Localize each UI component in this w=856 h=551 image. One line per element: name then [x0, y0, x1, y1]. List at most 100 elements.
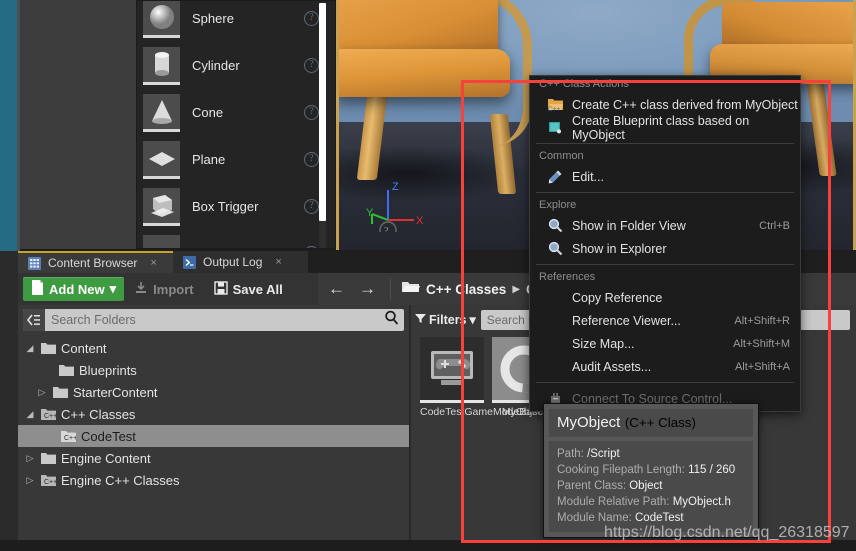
tree-item-cpp-classes[interactable]: ◢ C++ C++ Classes	[18, 403, 409, 425]
question-mark-icon[interactable]: ?	[304, 152, 319, 167]
output-log-icon	[183, 255, 196, 269]
search-folders-input[interactable]: Search Folders	[23, 309, 404, 331]
content-browser-icon	[28, 256, 41, 270]
menu-item-audit-assets[interactable]: Audit Assets... Alt+Shift+A	[530, 355, 800, 378]
folder-icon	[41, 342, 56, 354]
close-icon[interactable]: ×	[150, 257, 156, 269]
tree-item-label: Content	[61, 340, 107, 356]
tree-item-codetest[interactable]: C++ CodeTest	[18, 425, 409, 447]
tree-item-engine-cpp-classes[interactable]: ▷ C++ Engine C++ Classes	[18, 469, 409, 491]
place-actor-label: Box Trigger	[192, 199, 259, 214]
menu-item-edit[interactable]: Edit...	[530, 165, 800, 188]
menu-divider	[536, 264, 794, 265]
menu-divider	[536, 192, 794, 193]
place-actor-label: Cone	[192, 105, 224, 120]
menu-item-label: Create Blueprint class based on MyObject	[572, 113, 750, 142]
menu-item-size-map[interactable]: Size Map... Alt+Shift+M	[530, 332, 800, 355]
question-mark-icon[interactable]: ?	[304, 199, 319, 214]
place-actor-item[interactable]: Cylinder ?	[137, 42, 335, 89]
new-asset-icon	[31, 280, 44, 298]
tree-item-content[interactable]: ◢ Content	[18, 337, 409, 359]
place-actor-item[interactable]: ?	[137, 230, 335, 248]
tree-item-startercontent[interactable]: ▷ StarterContent	[18, 381, 409, 403]
tooltip-row-value: MyObject.h	[672, 496, 731, 508]
menu-item-label: Copy Reference	[572, 290, 663, 305]
cpp-folder-icon: C++	[41, 474, 57, 486]
twisty-icon[interactable]: ▷	[36, 387, 48, 398]
collapse-tree-icon[interactable]	[23, 309, 45, 331]
question-mark-icon[interactable]: ?	[304, 11, 319, 26]
place-actor-item[interactable]: Sphere ?	[137, 1, 335, 42]
menu-item-label: Reference Viewer...	[572, 313, 681, 328]
question-mark-icon[interactable]: ?	[304, 105, 319, 120]
nav-back-button[interactable]: ←	[324, 279, 349, 299]
blank-icon	[548, 336, 563, 351]
menu-item-label: Show in Folder View	[572, 218, 686, 233]
twisty-icon[interactable]: ▷	[24, 453, 36, 464]
save-icon	[213, 280, 228, 298]
asset-tooltip: MyObject (C++ Class) Path: /Script Cooki…	[543, 403, 759, 538]
tooltip-body: Path: /Script Cooking Filepath Length: 1…	[549, 441, 753, 532]
filters-button[interactable]: Filters ▾	[415, 312, 476, 327]
filters-label: Filters	[429, 312, 467, 327]
folders-pane: Search Folders ◢ Content Blueprints ▷ St…	[18, 305, 410, 551]
gamepad-thumbnail	[420, 337, 484, 403]
question-mark-icon[interactable]: ?	[304, 246, 319, 248]
menu-section-header: Common	[539, 150, 584, 162]
cone-thumbnail	[143, 93, 180, 132]
cpp-folder-icon: C++	[41, 408, 57, 420]
viewport-border-left	[336, 0, 339, 250]
import-icon	[134, 281, 148, 298]
blank-icon	[548, 290, 563, 305]
place-actors-scrollbar[interactable]	[319, 3, 326, 221]
save-all-button[interactable]: Save All	[204, 275, 293, 303]
menu-item-create-blueprint-class[interactable]: Create Blueprint class based on MyObject	[530, 113, 800, 142]
asset-tile-codetestgamemodebase[interactable]: CodeTestGameModeBase	[420, 337, 544, 418]
toolbar-divider	[390, 278, 391, 300]
tooltip-row-key: Module Name:	[557, 512, 632, 524]
add-new-button[interactable]: Add New ▾	[23, 277, 125, 301]
menu-item-label: Create C++ class derived from MyObject	[572, 97, 798, 112]
twisty-icon[interactable]: ◢	[24, 409, 36, 420]
chevron-right-icon: ▶	[512, 283, 521, 295]
place-actor-item[interactable]: Box Trigger ?	[137, 183, 335, 230]
breadcrumb[interactable]: C++ Classes	[426, 282, 506, 297]
menu-item-show-in-folder-view[interactable]: Show in Folder View Ctrl+B	[530, 214, 800, 237]
place-actors-panel: Sphere ? Cylinder ? Cone ? Plane ? Box T…	[20, 0, 336, 249]
search-folders-placeholder: Search Folders	[51, 313, 136, 327]
tooltip-title: MyObject	[557, 414, 621, 431]
svg-text:Y: Y	[366, 207, 374, 219]
place-actors-list[interactable]: Sphere ? Cylinder ? Cone ? Plane ? Box T…	[136, 0, 336, 249]
tooltip-row-key: Parent Class:	[557, 480, 627, 492]
asset-name: CodeTestGameModeBase	[420, 406, 544, 418]
cpp-class-context-menu[interactable]: C++ Class Actions C++ Create C++ class d…	[529, 75, 801, 412]
place-actor-item[interactable]: Plane ?	[137, 136, 335, 183]
tree-item-engine-content[interactable]: ▷ Engine Content	[18, 447, 409, 469]
import-button[interactable]: Import	[124, 275, 203, 303]
tooltip-row-key: Cooking Filepath Length:	[557, 464, 685, 476]
menu-item-reference-viewer[interactable]: Reference Viewer... Alt+Shift+R	[530, 309, 800, 332]
blank-icon	[548, 359, 563, 374]
twisty-icon[interactable]: ◢	[24, 343, 36, 354]
svg-text:X: X	[416, 215, 424, 227]
place-actor-label: Cylinder	[192, 58, 240, 73]
save-all-label: Save All	[232, 281, 283, 297]
menu-item-label: Edit...	[572, 169, 604, 184]
menu-item-copy-reference[interactable]: Copy Reference	[530, 286, 800, 309]
tree-item-blueprints[interactable]: Blueprints	[18, 359, 409, 381]
menu-item-show-in-explorer[interactable]: Show in Explorer	[530, 237, 800, 260]
svg-text:C++: C++	[44, 479, 56, 486]
axis-gizmo: Z X Y ?	[366, 180, 426, 239]
tooltip-row-value: /Script	[587, 448, 620, 460]
magnifier-icon	[548, 218, 563, 233]
twisty-icon[interactable]: ▷	[24, 475, 36, 486]
tooltip-row-value: Object	[629, 480, 663, 492]
folder-tree[interactable]: ◢ Content Blueprints ▷ StarterContent ◢ …	[18, 337, 409, 491]
question-mark-icon[interactable]: ?	[304, 58, 319, 73]
place-actor-item[interactable]: Cone ?	[137, 89, 335, 136]
close-icon[interactable]: ×	[275, 256, 281, 268]
tab-content-browser[interactable]: Content Browser ×	[18, 251, 173, 273]
tab-output-log[interactable]: Output Log ×	[173, 251, 308, 273]
nav-forward-button[interactable]: →	[355, 279, 380, 299]
tree-item-label: Engine Content	[61, 450, 151, 466]
